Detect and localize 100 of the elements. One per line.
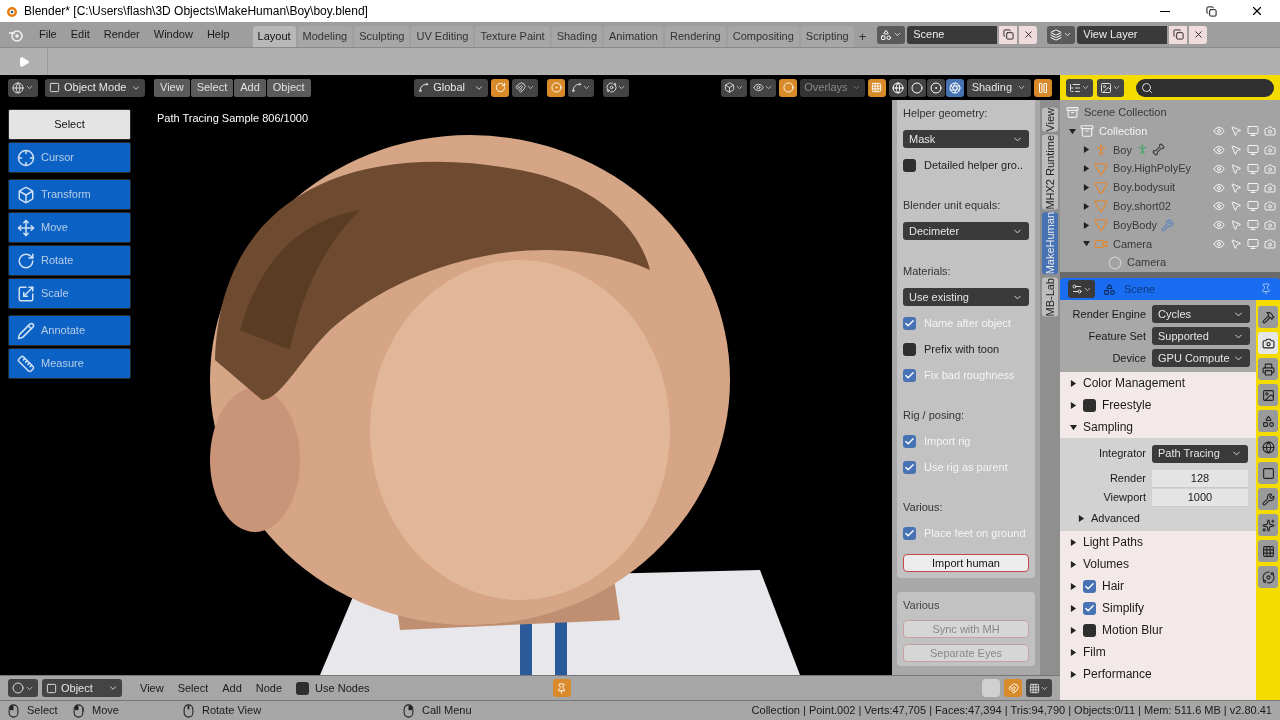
outliner-row[interactable]: Boy.short02 — [1060, 196, 1280, 216]
viewport-menu[interactable]: View — [154, 78, 190, 97]
panel-header[interactable]: Simplify — [1060, 597, 1256, 619]
orientation-dropdown[interactable]: Global — [414, 78, 489, 97]
panel-header[interactable]: Sampling — [1060, 416, 1256, 438]
panel-header[interactable]: Light Paths — [1060, 531, 1256, 553]
field-label: Render Engine — [1071, 306, 1147, 322]
menu-item[interactable]: Window — [146, 26, 200, 43]
menu-item[interactable]: File — [32, 26, 64, 43]
panel-title: Film — [1083, 644, 1106, 661]
checkbox-label: Detailed helper gro.. — [924, 157, 1024, 173]
outliner-row[interactable]: Boy — [1060, 140, 1280, 160]
workspace-tab[interactable]: Sculpting — [354, 26, 410, 47]
section-label: Materials: — [903, 263, 951, 279]
status-hint: Move — [92, 703, 119, 719]
option-dropdown[interactable]: Decimeter — [903, 222, 1029, 240]
shader-type-dropdown[interactable]: Object — [42, 679, 122, 697]
shading-dropdown[interactable]: Shading — [966, 78, 1031, 97]
outliner-row[interactable]: Boy.HighPolyEy — [1060, 159, 1280, 179]
panel-header[interactable]: Motion Blur — [1060, 619, 1256, 641]
panel-title: Simplify — [1102, 600, 1144, 617]
panel-title: Volumes — [1083, 556, 1130, 573]
panel-header[interactable]: Volumes — [1060, 553, 1256, 575]
sidebar-tab[interactable]: View — [1042, 108, 1058, 132]
sidebar-tab[interactable]: MHX2 Runtime — [1042, 134, 1058, 210]
tool-button[interactable]: Scale — [8, 278, 131, 309]
workspace-tab[interactable]: Texture Paint — [475, 26, 550, 47]
editor-menu[interactable]: Select — [171, 679, 215, 697]
setting-dropdown[interactable]: Supported — [1152, 327, 1250, 345]
menu-item[interactable]: Render — [96, 26, 147, 43]
workspace-tab[interactable]: UV Editing — [411, 26, 474, 47]
workspace-tab[interactable]: Scripting — [800, 26, 854, 47]
panel-title: Hair — [1102, 578, 1124, 595]
workspace-tab[interactable]: Compositing — [727, 26, 799, 47]
tool-button[interactable]: Rotate — [8, 245, 131, 276]
overlays-dropdown[interactable]: Overlays — [800, 78, 865, 97]
workspace-tab[interactable]: Animation — [604, 26, 663, 47]
viewport-menu[interactable]: Add — [234, 78, 266, 97]
object-name: BoyBody — [1113, 217, 1158, 233]
workspace-tab[interactable]: Rendering — [664, 26, 726, 47]
checkbox-label: Use Nodes — [315, 680, 370, 696]
setting-dropdown[interactable]: Path Tracing — [1152, 444, 1248, 463]
section-label: Helper geometry: — [903, 105, 988, 121]
add-workspace-button[interactable]: + — [855, 26, 870, 47]
object-name: Boy — [1113, 142, 1132, 158]
outliner-row[interactable]: Camera — [1060, 234, 1280, 254]
section-label: Various: — [903, 499, 943, 515]
subpanel-header[interactable]: Advanced — [1060, 507, 1248, 529]
sidebar-tab[interactable]: MakeHuman — [1042, 212, 1058, 275]
window-title: Blender* [C:\Users\flash\3D Objects\MakeHuman\Boy\boy.blend] — [24, 3, 368, 20]
outliner-row[interactable]: Camera — [1060, 253, 1280, 272]
status-hint: Call Menu — [422, 703, 472, 719]
editor-menu[interactable]: Node — [249, 679, 289, 697]
scene-statistics: Collection | Point.002 | Verts:47,705 | Faces:47,394 | Tris:94,790 | Objects:0/11 | Mem: 511.6 MB | v2.80.41 — [751, 703, 1272, 719]
outliner-row[interactable]: Scene Collection — [1060, 103, 1280, 122]
tool-button[interactable]: Transform — [8, 179, 131, 210]
setting-dropdown[interactable]: Cycles — [1152, 305, 1250, 323]
view-layer-name-field[interactable]: View Layer — [1077, 25, 1168, 44]
tool-button[interactable]: Move — [8, 212, 131, 243]
sidebar-tab[interactable]: MB-Lab — [1042, 277, 1058, 317]
field-label: Feature Set — [1087, 328, 1147, 344]
checkbox-label: Prefix with toon — [924, 341, 1000, 357]
scene-name-field[interactable]: Scene — [907, 25, 998, 44]
tool-button[interactable]: Cursor — [8, 142, 131, 173]
setting-dropdown[interactable]: GPU Compute — [1152, 349, 1250, 367]
menu-item[interactable]: Help — [199, 26, 237, 43]
outliner-row[interactable]: BoyBody — [1060, 215, 1280, 235]
panel-header[interactable]: Hair — [1060, 575, 1256, 597]
panel-title: Motion Blur — [1102, 622, 1163, 639]
section-label: Rig / posing: — [903, 407, 965, 423]
context-label: Scene — [1124, 281, 1156, 297]
editor-menu[interactable]: Add — [216, 679, 248, 697]
editor-menu[interactable]: View — [134, 679, 170, 697]
number-field[interactable]: 128 — [1152, 469, 1248, 488]
render-progress-text: Path Tracing Sample 806/1000 — [157, 111, 309, 126]
tool-button[interactable]: Select — [8, 109, 131, 140]
mode-dropdown[interactable]: Object Mode — [45, 78, 145, 97]
field-label: Viewport — [1102, 490, 1147, 506]
menu-item[interactable]: Edit — [63, 26, 97, 43]
option-dropdown[interactable]: Use existing — [903, 288, 1029, 306]
tool-button[interactable]: Annotate — [8, 315, 131, 346]
object-name: Boy.short02 — [1113, 199, 1171, 215]
tool-button[interactable]: Measure — [8, 348, 131, 379]
panel-header[interactable]: Freestyle — [1060, 394, 1256, 416]
viewport-menu[interactable]: Select — [190, 78, 234, 97]
panel-title: Freestyle — [1102, 397, 1152, 414]
option-dropdown[interactable]: Mask — [903, 130, 1029, 148]
panel-header[interactable]: Performance — [1060, 663, 1256, 685]
workspace-tab[interactable]: Shading — [551, 26, 603, 47]
viewport-menu[interactable]: Object — [266, 78, 311, 97]
panel-header[interactable]: Color Management — [1060, 372, 1256, 394]
panel-title: Color Management — [1083, 375, 1186, 392]
number-field[interactable]: 1000 — [1152, 488, 1248, 507]
panel-title: Performance — [1083, 666, 1152, 683]
workspace-tab[interactable]: Layout — [252, 26, 296, 47]
status-hint: Select — [27, 703, 58, 719]
import-button[interactable]: Import human — [903, 554, 1029, 572]
outliner-row[interactable]: Boy.bodysuit — [1060, 178, 1280, 197]
panel-header[interactable]: Film — [1060, 641, 1256, 663]
workspace-tab[interactable]: Modeling — [297, 26, 353, 47]
